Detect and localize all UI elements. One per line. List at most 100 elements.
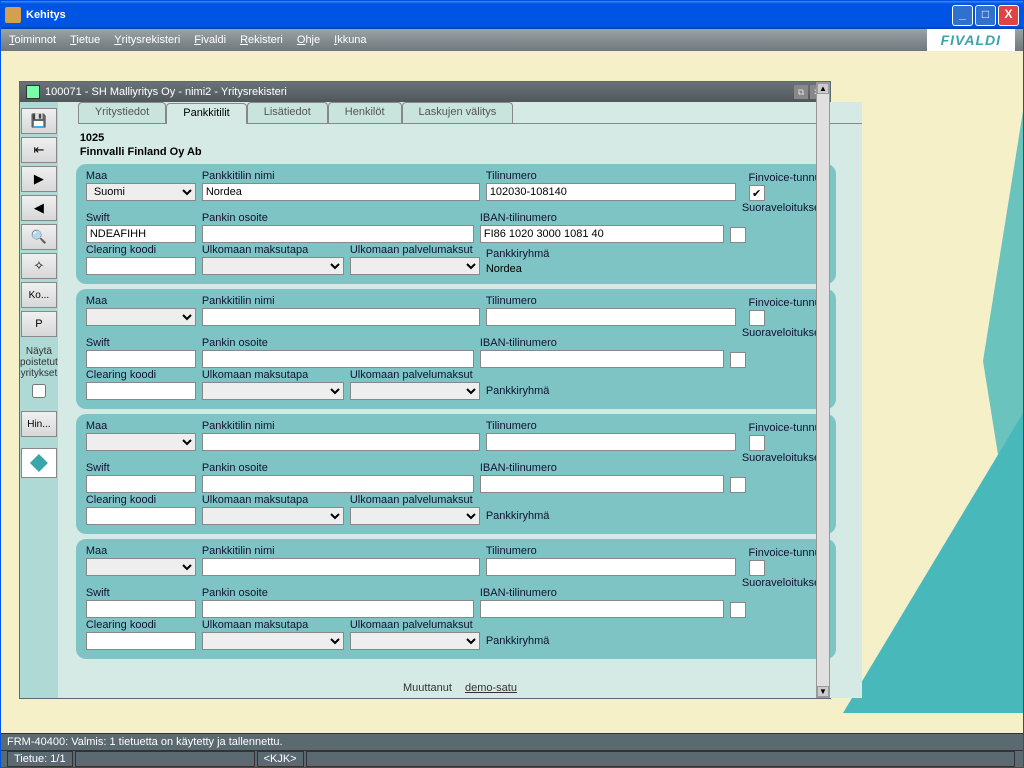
swift-input[interactable]	[86, 350, 196, 368]
new-icon[interactable]: ✧	[21, 253, 57, 279]
menu-ikkuna[interactable]: Ikkuna	[334, 34, 366, 46]
clearing-input[interactable]	[86, 382, 196, 400]
next-icon[interactable]: ▶	[21, 166, 57, 192]
suoravel-checkbox[interactable]	[730, 352, 746, 368]
tilinumero-input[interactable]	[486, 308, 736, 326]
inner-icon	[26, 85, 40, 99]
bank-record: Maa Pankkitilin nimi Tilinumero Finvoice…	[76, 289, 836, 409]
save-icon[interactable]: 💾	[21, 108, 57, 134]
inner-title: 100071 - SH Malliyritys Oy - nimi2 - Yri…	[45, 86, 794, 98]
maa-select[interactable]	[86, 558, 196, 576]
nimi-input[interactable]	[202, 558, 480, 576]
nayta-poistetut-checkbox[interactable]	[32, 384, 46, 398]
ulko-maksu-label: Ulkomaan maksutapa	[202, 369, 344, 381]
ulko-maksu-select[interactable]	[202, 632, 344, 650]
tab-bar: Yritystiedot Pankkitilit Lisätiedot Henk…	[78, 102, 862, 124]
search-icon[interactable]: 🔍	[21, 224, 57, 250]
ulko-maksu-label: Ulkomaan maksutapa	[202, 619, 344, 631]
app-icon	[5, 7, 21, 23]
suoravel-checkbox[interactable]	[730, 227, 746, 243]
ryhma-value	[486, 523, 736, 525]
tab-pankkitilit[interactable]: Pankkitilit	[166, 103, 246, 124]
swift-label: Swift	[86, 337, 196, 349]
maximize-button[interactable]: □	[975, 5, 996, 26]
tab-lisatiedot[interactable]: Lisätiedot	[247, 102, 328, 123]
osoite-label: Pankin osoite	[202, 587, 474, 599]
swift-label: Swift	[86, 462, 196, 474]
swift-input[interactable]	[86, 225, 196, 243]
tilinumero-input[interactable]	[486, 433, 736, 451]
inner-restore-icon[interactable]: ⧉	[794, 85, 808, 99]
tilinumero-input[interactable]	[486, 558, 736, 576]
iban-input[interactable]	[480, 600, 725, 618]
osoite-input[interactable]	[202, 350, 474, 368]
nimi-input[interactable]	[202, 433, 480, 451]
menu-yritysrekisteri[interactable]: Yritysrekisteri	[114, 34, 180, 46]
brand-logo: FIVALDI	[927, 29, 1015, 51]
menu-toiminnot[interactable]: Toiminnot	[9, 34, 56, 46]
osoite-input[interactable]	[202, 600, 474, 618]
maa-select[interactable]	[86, 308, 196, 326]
ryhma-label: Pankkiryhmä	[486, 635, 736, 647]
osoite-label: Pankin osoite	[202, 337, 474, 349]
finvoice-checkbox[interactable]: ✔	[749, 185, 765, 201]
ulko-palvelu-select[interactable]	[350, 632, 480, 650]
menu-ohje[interactable]: Ohje	[297, 34, 320, 46]
minimize-button[interactable]: _	[952, 5, 973, 26]
ulko-maksu-select[interactable]	[202, 257, 344, 275]
tilinumero-label: Tilinumero	[486, 295, 736, 307]
ryhma-value	[486, 398, 736, 400]
ulko-maksu-select[interactable]	[202, 382, 344, 400]
ulko-palvelu-select[interactable]	[350, 257, 480, 275]
prev-icon[interactable]: ◀	[21, 195, 57, 221]
p-button[interactable]: P	[21, 311, 57, 337]
menu-rekisteri[interactable]: Rekisteri	[240, 34, 283, 46]
maa-label: Maa	[86, 420, 196, 432]
iban-input[interactable]	[480, 225, 725, 243]
os-titlebar: Kehitys _ □ X	[1, 1, 1023, 29]
finvoice-checkbox[interactable]	[749, 435, 765, 451]
osoite-input[interactable]	[202, 475, 474, 493]
ulko-palvelu-select[interactable]	[350, 507, 480, 525]
tilinumero-input[interactable]	[486, 183, 736, 201]
maa-select[interactable]: Suomi	[86, 183, 196, 201]
maa-label: Maa	[86, 545, 196, 557]
ulko-maksu-select[interactable]	[202, 507, 344, 525]
header-name: Finnvalli Finland Oy Ab	[80, 146, 840, 158]
clearing-input[interactable]	[86, 507, 196, 525]
nimi-label: Pankkitilin nimi	[202, 170, 480, 182]
maa-label: Maa	[86, 295, 196, 307]
ulko-palvelu-label: Ulkomaan palvelumaksut	[350, 619, 480, 631]
tab-yritystiedot[interactable]: Yritystiedot	[78, 102, 166, 123]
nimi-input[interactable]	[202, 308, 480, 326]
suoravel-checkbox[interactable]	[730, 602, 746, 618]
nimi-input[interactable]	[202, 183, 480, 201]
ryhma-value: Nordea	[486, 261, 736, 275]
iban-input[interactable]	[480, 350, 725, 368]
iban-input[interactable]	[480, 475, 725, 493]
vertical-scrollbar[interactable]	[816, 162, 830, 680]
tab-henkilot[interactable]: Henkilöt	[328, 102, 402, 123]
clearing-input[interactable]	[86, 257, 196, 275]
suoravel-checkbox[interactable]	[730, 477, 746, 493]
osoite-input[interactable]	[202, 225, 474, 243]
maa-select[interactable]	[86, 433, 196, 451]
close-button[interactable]: X	[998, 5, 1019, 26]
menu-fivaldi[interactable]: Fivaldi	[194, 34, 226, 46]
tilinumero-label: Tilinumero	[486, 170, 736, 182]
finvoice-checkbox[interactable]	[749, 310, 765, 326]
finvoice-checkbox[interactable]	[749, 560, 765, 576]
tab-laskujen-valitys[interactable]: Laskujen välitys	[402, 102, 514, 123]
menu-tietue[interactable]: Tietue	[70, 34, 100, 46]
swift-input[interactable]	[86, 600, 196, 618]
ko-button[interactable]: Ko...	[21, 282, 57, 308]
muuttanut-label: Muuttanut	[403, 682, 452, 694]
inner-window: 100071 - SH Malliyritys Oy - nimi2 - Yri…	[19, 81, 831, 699]
ulko-palvelu-select[interactable]	[350, 382, 480, 400]
exit-icon[interactable]: ⇤	[21, 137, 57, 163]
finvoice-label: Finvoice-tunnus	[749, 172, 827, 184]
clearing-input[interactable]	[86, 632, 196, 650]
swift-input[interactable]	[86, 475, 196, 493]
hin-button[interactable]: Hin...	[21, 411, 57, 437]
suoravel-label: Suoraveloituksen tili	[730, 452, 826, 476]
